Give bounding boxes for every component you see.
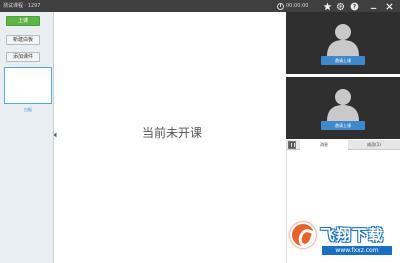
teacher-video: 邀请上课 (286, 12, 400, 74)
user-avatar-icon (327, 24, 359, 56)
clock-icon (277, 2, 284, 10)
tab-messages[interactable]: 消息 (300, 140, 348, 150)
tab-members[interactable]: 成员(1) (348, 140, 400, 150)
invite-button[interactable]: 邀请上课 (321, 56, 365, 65)
watermark-url: www.fxxz.com (322, 246, 392, 255)
add-courseware-button[interactable]: 添加课件 (6, 52, 40, 62)
whiteboard-thumbnail[interactable] (4, 67, 52, 104)
start-class-button[interactable]: 上课 (6, 16, 40, 26)
help-icon[interactable]: ? (349, 1, 359, 11)
main-canvas[interactable]: 当前未开课 (58, 12, 286, 263)
class-timer: 00:00:00 (277, 1, 308, 11)
student-video: 邀请上课 (286, 77, 400, 139)
pause-icon[interactable] (288, 141, 296, 149)
close-icon[interactable] (384, 1, 394, 11)
invite-button[interactable]: 邀请上课 (321, 121, 365, 130)
minimize-icon[interactable] (368, 1, 378, 11)
chat-tabs: 消息 成员(1) (286, 140, 400, 150)
new-whiteboard-button[interactable]: 新建白板 (6, 35, 40, 45)
window-title: 测试课程 · 1297 (3, 3, 41, 9)
title-bar: 测试课程 · 1297 00:00:00 ? (0, 0, 400, 12)
whiteboard-thumbnail-label: 白板 (24, 107, 32, 112)
logo-icon (290, 222, 316, 248)
star-icon[interactable] (322, 1, 332, 11)
gear-icon[interactable] (335, 1, 345, 11)
site-watermark: 飞翔下载 www.fxxz.com (288, 220, 400, 260)
timer-value: 00:00:00 (286, 3, 309, 9)
watermark-text: 飞翔下载 (320, 226, 385, 244)
collapse-sidebar-icon[interactable] (53, 132, 57, 138)
user-avatar-icon (327, 89, 359, 121)
class-status-message: 当前未开课 (141, 126, 202, 140)
left-sidebar: 上课 新建白板 添加课件 白板 (0, 12, 54, 263)
